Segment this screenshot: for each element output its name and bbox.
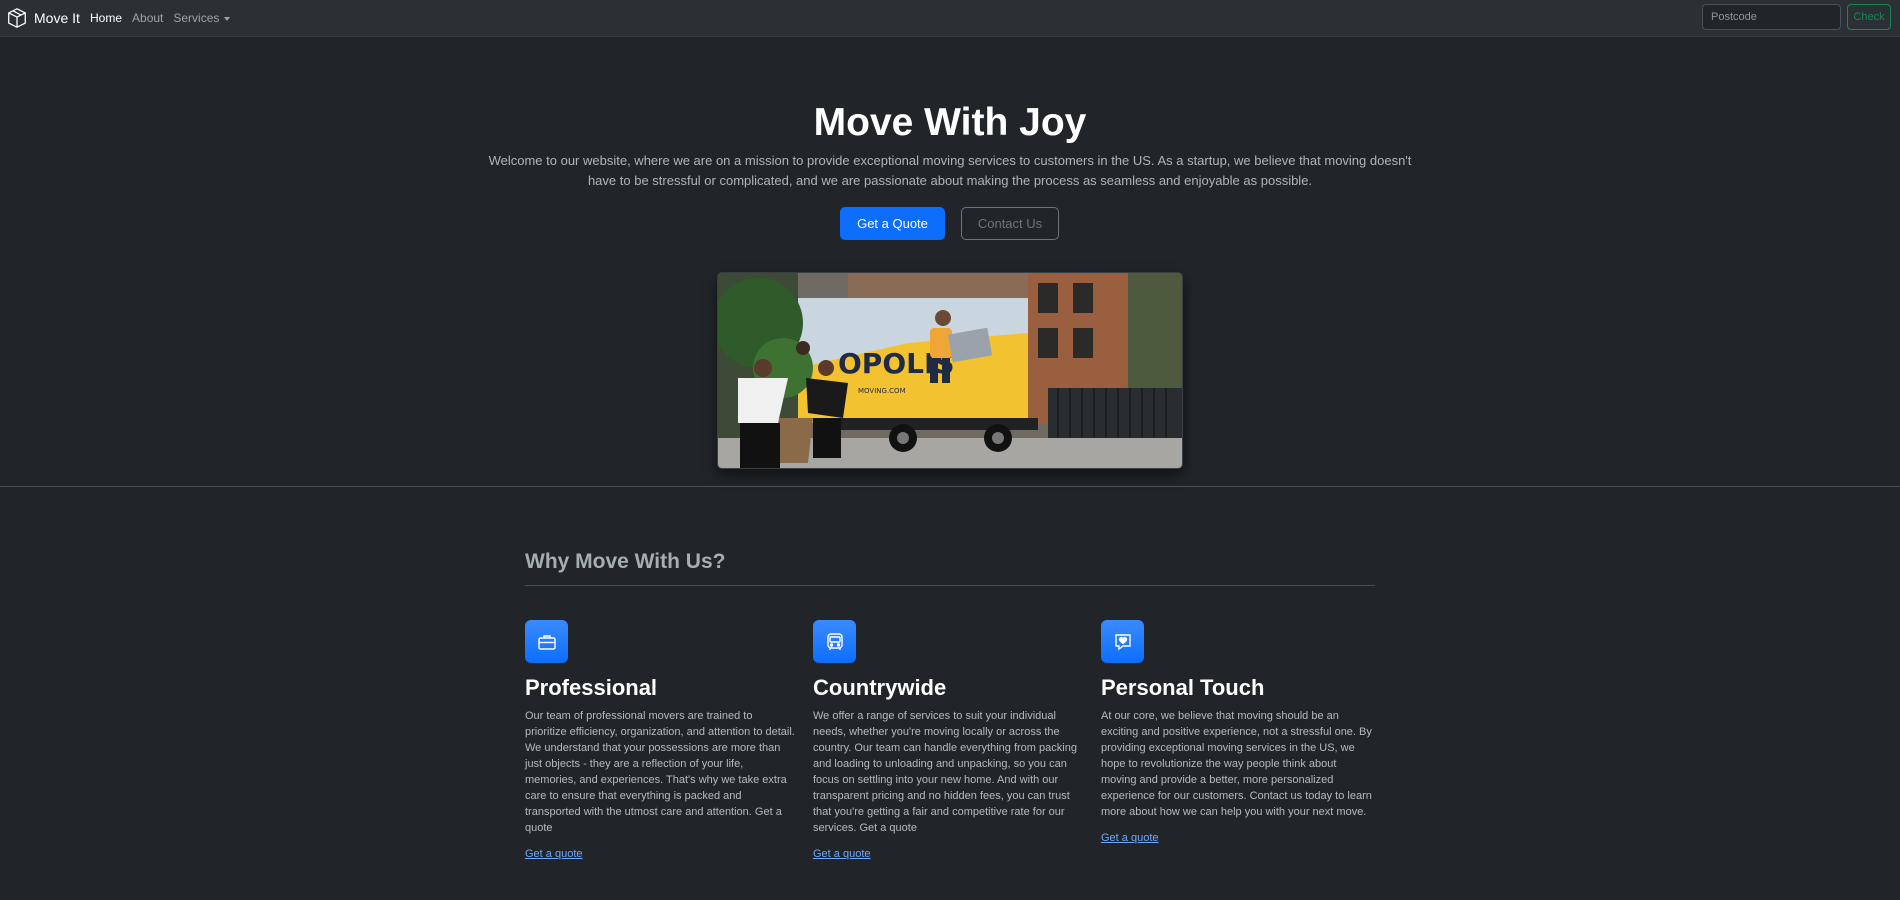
feature-text: Our team of professional movers are trai… bbox=[525, 710, 795, 834]
nav-links: Home About Services bbox=[90, 0, 231, 36]
hero-lead: Welcome to our website, where we are on … bbox=[488, 153, 1412, 188]
briefcase-icon bbox=[537, 634, 556, 650]
hero-image: OPOLIS MOVING.COM bbox=[717, 272, 1183, 469]
feature-title: Professional bbox=[525, 675, 658, 700]
chat-heart-icon bbox=[1114, 633, 1131, 650]
box-icon bbox=[8, 8, 26, 28]
navbar: Move It Home About Services Check bbox=[0, 0, 1900, 37]
feature-professional: Professional Our team of professional mo… bbox=[525, 620, 797, 862]
feature-text: We offer a range of services to suit you… bbox=[813, 710, 1077, 834]
section-divider bbox=[0, 486, 1900, 487]
nav-home[interactable]: Home bbox=[90, 11, 122, 25]
brand-link[interactable]: Move It bbox=[6, 6, 80, 30]
postcode-input[interactable] bbox=[1702, 4, 1841, 30]
get-quote-button[interactable]: Get a Quote bbox=[840, 207, 945, 240]
feature-get-quote-link[interactable]: Get a quote bbox=[1101, 832, 1159, 844]
contact-us-button[interactable]: Contact Us bbox=[961, 207, 1059, 240]
feature-title: Countrywide bbox=[813, 675, 947, 700]
features-title: Why Move With Us? bbox=[525, 550, 1375, 586]
nav-services-dropdown[interactable]: Services bbox=[173, 11, 231, 25]
hero-title: Move With Joy bbox=[813, 101, 1087, 144]
feature-get-quote-link[interactable]: Get a quote bbox=[813, 848, 871, 860]
nav-services-label: Services bbox=[173, 11, 220, 25]
check-button[interactable]: Check bbox=[1847, 4, 1891, 30]
feature-text: At our core, we believe that moving shou… bbox=[1101, 710, 1372, 818]
feature-countrywide: Countrywide We offer a range of services… bbox=[813, 620, 1085, 862]
feature-icon-box bbox=[1101, 620, 1144, 663]
feature-personal-touch: Personal Touch At our core, we believe t… bbox=[1101, 620, 1373, 846]
caret-down-icon bbox=[224, 16, 231, 21]
bus-icon bbox=[826, 632, 843, 650]
feature-title: Personal Touch bbox=[1101, 675, 1265, 700]
feature-icon-box bbox=[813, 620, 856, 663]
svg-text:MOVING.COM: MOVING.COM bbox=[858, 387, 906, 395]
feature-icon-box bbox=[525, 620, 568, 663]
feature-get-quote-link[interactable]: Get a quote bbox=[525, 848, 583, 860]
nav-about[interactable]: About bbox=[132, 11, 163, 25]
brand-name: Move It bbox=[34, 10, 80, 26]
